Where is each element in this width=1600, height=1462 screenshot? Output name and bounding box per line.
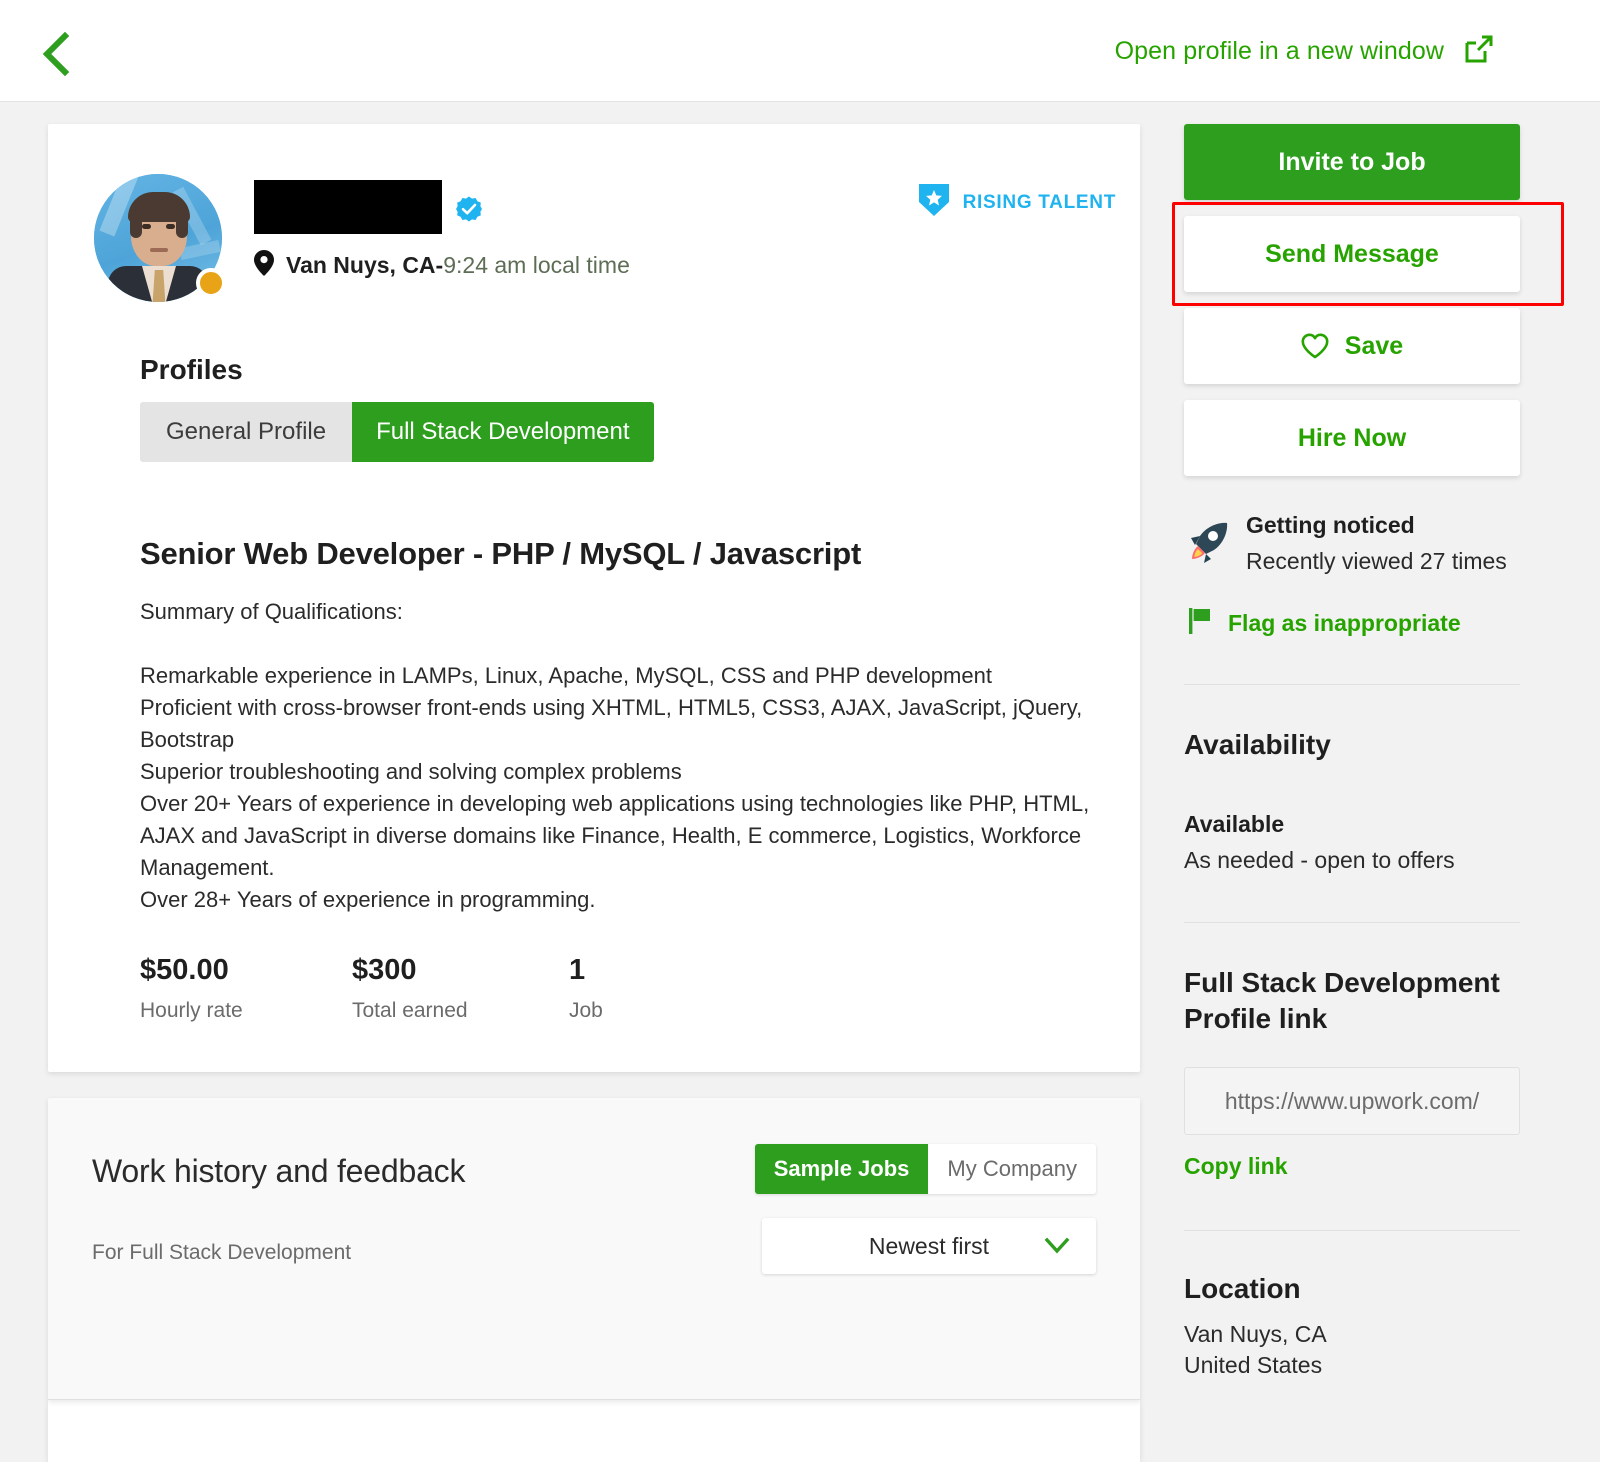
stat-label: Total earned	[352, 999, 468, 1022]
rising-talent-badge: RISING TALENT	[918, 184, 1116, 221]
chevron-left-icon	[41, 32, 71, 76]
work-history-segmented-control: Sample Jobs My Company	[754, 1144, 1096, 1194]
location-city: Van Nuys, CA	[1184, 1321, 1327, 1347]
work-history-sort-select[interactable]: Newest first	[762, 1218, 1096, 1274]
save-button[interactable]: Save	[1184, 308, 1520, 384]
name-row	[254, 180, 630, 234]
freelancer-name-redacted	[254, 180, 442, 234]
profile-stats: $50.00 Hourly rate $300 Total earned 1 J…	[140, 954, 603, 1023]
location-row: Van Nuys, CA - 9:24 am local time	[254, 250, 630, 281]
work-history-list-area	[48, 1400, 1140, 1462]
rocket-icon	[1186, 518, 1232, 564]
rising-talent-shield-icon	[918, 184, 949, 221]
work-history-title: Work history and feedback	[92, 1153, 466, 1189]
avatar[interactable]	[94, 174, 226, 302]
page-body: Van Nuys, CA - 9:24 am local time RISING…	[0, 102, 1600, 1462]
availability-heading: Availability	[1184, 729, 1331, 760]
chevron-down-icon	[1044, 1236, 1070, 1261]
profiles-heading: Profiles	[140, 354, 243, 385]
local-time: 9:24 am local time	[443, 252, 630, 278]
work-history-card: Work history and feedback For Full Stack…	[48, 1098, 1140, 1400]
location-country: United States	[1184, 1352, 1323, 1378]
heart-icon	[1301, 333, 1329, 359]
profile-link-heading: Full Stack Development Profile link	[1184, 967, 1500, 1034]
profile-tab-general[interactable]: General Profile	[140, 402, 353, 462]
sort-selected-value: Newest first	[868, 1232, 990, 1259]
back-button[interactable]	[30, 28, 82, 80]
map-pin-icon	[254, 250, 274, 281]
sidebar-divider-3	[1184, 1230, 1520, 1231]
sidebar-divider-2	[1184, 922, 1520, 923]
availability-detail: As needed - open to offers	[1184, 847, 1455, 873]
stat-label: Hourly rate	[140, 999, 243, 1022]
rising-talent-label: RISING TALENT	[962, 191, 1116, 213]
location-separator: -	[435, 252, 444, 278]
hire-now-button[interactable]: Hire Now	[1184, 400, 1520, 476]
external-link-icon	[1464, 34, 1494, 69]
getting-noticed-title: Getting noticed	[1246, 512, 1415, 538]
stat-value: $50.00	[140, 954, 229, 986]
work-history-divider	[48, 1399, 1140, 1400]
stat-jobs: 1 Job	[569, 954, 603, 1023]
availability-status-dot	[196, 268, 226, 298]
main-column: Van Nuys, CA - 9:24 am local time RISING…	[48, 124, 1140, 1462]
location-city: Van Nuys, CA	[286, 252, 436, 278]
top-bar: Open profile in a new window	[0, 0, 1600, 102]
flag-icon	[1188, 607, 1214, 640]
save-label: Save	[1344, 331, 1404, 360]
action-sidebar: Invite to Job Send Message Save Hire Now	[1172, 124, 1564, 1379]
location-heading: Location	[1184, 1273, 1301, 1304]
getting-noticed-panel: Getting noticed Recently viewed 27 times	[1184, 512, 1520, 575]
open-profile-new-window-link[interactable]: Open profile in a new window	[1115, 34, 1494, 69]
profile-card: Van Nuys, CA - 9:24 am local time RISING…	[48, 124, 1140, 1072]
stat-hourly-rate: $50.00 Hourly rate	[140, 954, 352, 1023]
segment-sample-jobs[interactable]: Sample Jobs	[754, 1144, 929, 1194]
getting-noticed-detail: Recently viewed 27 times	[1246, 548, 1507, 574]
profile-tabs: General Profile Full Stack Development	[140, 402, 654, 462]
open-profile-label: Open profile in a new window	[1114, 37, 1444, 65]
stat-label: Job	[569, 999, 603, 1022]
copy-link-button[interactable]: Copy link	[1184, 1153, 1520, 1180]
profile-overview-text: Summary of Qualifications: Remarkable ex…	[140, 599, 1090, 912]
stat-value: 1	[569, 954, 586, 986]
profile-link-input[interactable]: https://www.upwork.com/	[1184, 1067, 1520, 1135]
work-history-subtitle: For Full Stack Development	[92, 1241, 352, 1264]
invite-to-job-button[interactable]: Invite to Job	[1184, 124, 1520, 200]
job-title: Senior Web Developer - PHP / MySQL / Jav…	[140, 536, 862, 571]
sidebar-divider-1	[1184, 684, 1520, 685]
segment-my-company[interactable]: My Company	[928, 1144, 1096, 1194]
stat-total-earned: $300 Total earned	[352, 954, 569, 1023]
identity-row: Van Nuys, CA - 9:24 am local time	[94, 174, 630, 302]
stat-value: $300	[352, 954, 417, 986]
profile-tab-full-stack-development[interactable]: Full Stack Development	[352, 402, 654, 462]
verified-check-icon	[456, 196, 482, 222]
send-message-wrapper: Send Message	[1172, 202, 1564, 306]
availability-status: Available	[1184, 811, 1285, 837]
flag-as-inappropriate-link[interactable]: Flag as inappropriate	[1184, 607, 1520, 640]
identity-text: Van Nuys, CA - 9:24 am local time	[254, 174, 630, 302]
flag-label: Flag as inappropriate	[1228, 610, 1461, 636]
send-message-button[interactable]: Send Message	[1184, 216, 1520, 292]
